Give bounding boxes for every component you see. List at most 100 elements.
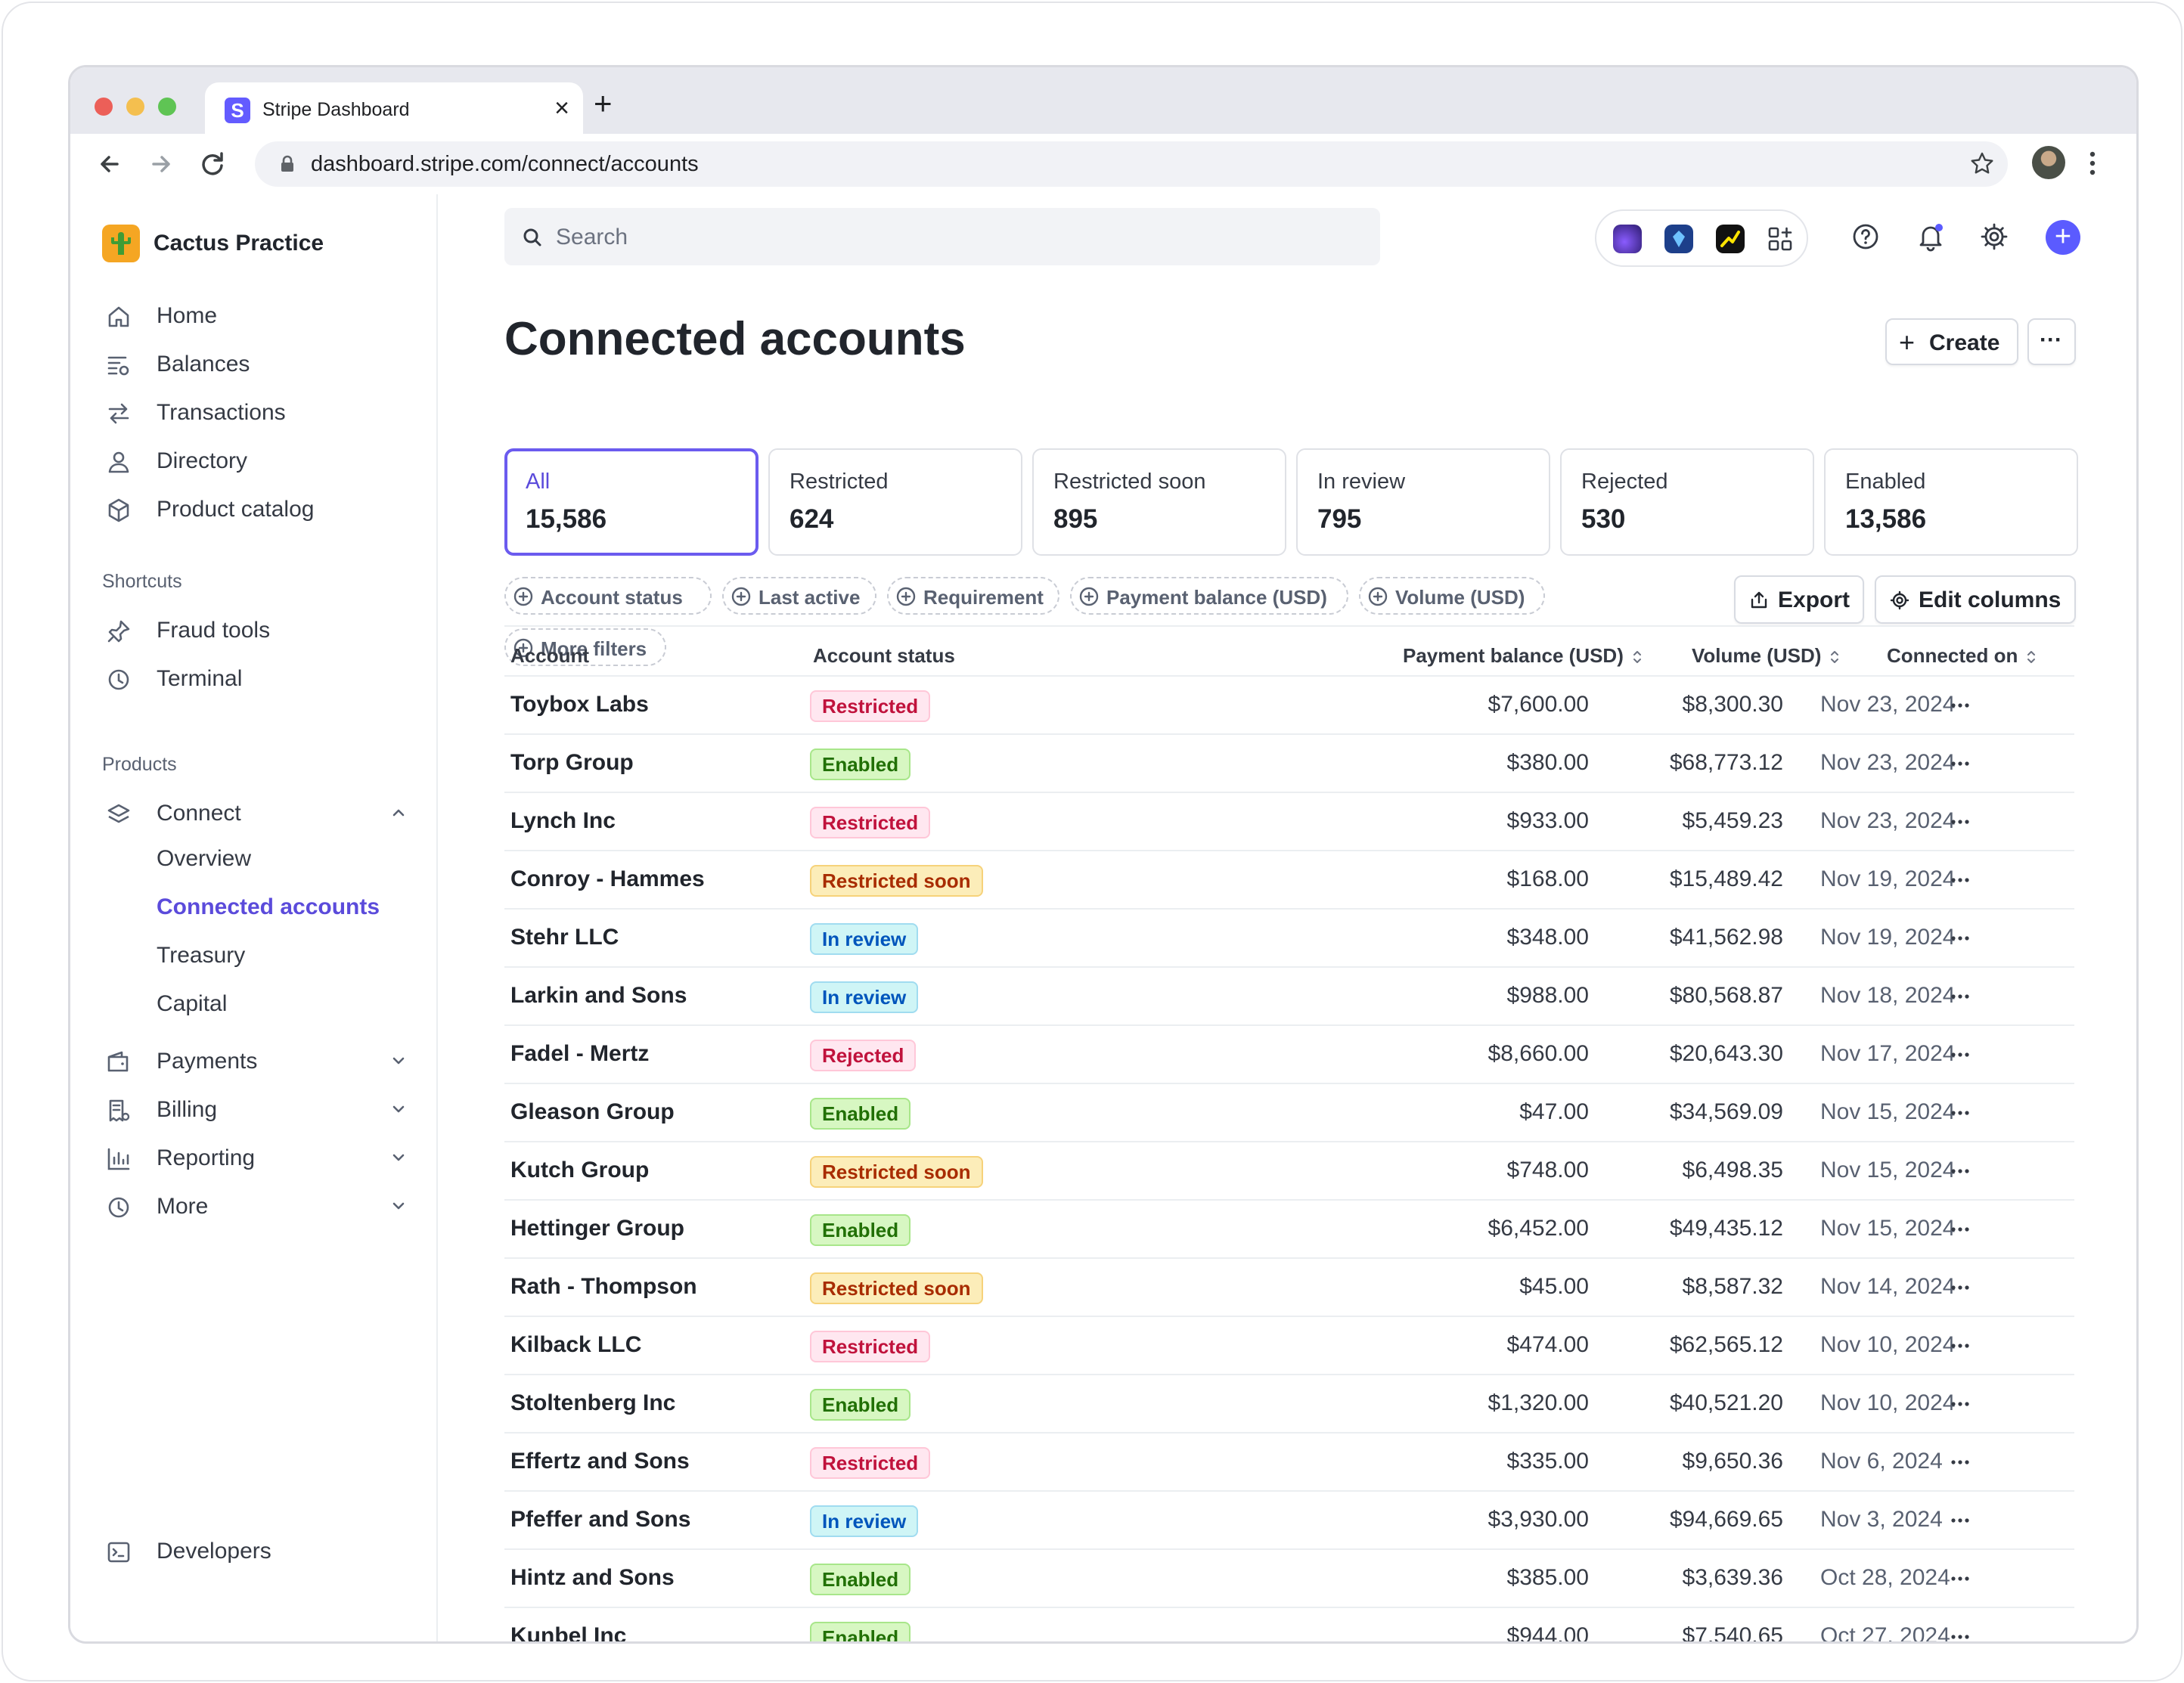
status-card-restricted[interactable]: Restricted 624 <box>768 448 1022 556</box>
table-row[interactable]: Pfeffer and Sons In review $3,930.00 $94,66… <box>504 1490 2074 1548</box>
address-bar[interactable]: dashboard.stripe.com/connect/accounts <box>255 141 2008 187</box>
sidebar-item-capital[interactable]: Capital <box>157 991 227 1017</box>
sidebar-item-transactions[interactable]: Transactions <box>105 391 423 433</box>
row-actions-ellipsis-icon[interactable] <box>1949 987 1971 1006</box>
account-name-cell[interactable]: Conroy - Hammes <box>510 866 705 892</box>
sidebar-item-terminal[interactable]: Terminal <box>105 657 423 699</box>
account-name-cell[interactable]: Rath - Thompson <box>510 1274 697 1300</box>
row-actions-ellipsis-icon[interactable] <box>1949 1162 1971 1180</box>
row-actions-ellipsis-icon[interactable] <box>1949 755 1971 773</box>
table-row[interactable]: Stoltenberg Inc Enabled $1,320.00 $40,521.2… <box>504 1374 2074 1432</box>
account-name-cell[interactable]: Gleason Group <box>510 1099 675 1125</box>
table-row[interactable]: Effertz and Sons Restricted $335.00 $9,650.… <box>504 1432 2074 1490</box>
sidebar-item-fraud-tools[interactable]: Fraud tools <box>105 609 423 651</box>
status-card-in-review[interactable]: In review 795 <box>1296 448 1550 556</box>
account-name-cell[interactable]: Torp Group <box>510 750 634 776</box>
close-tab-icon[interactable]: × <box>554 93 569 123</box>
account-name-cell[interactable]: Kilback LLC <box>510 1332 641 1358</box>
row-actions-ellipsis-icon[interactable] <box>1949 1220 1971 1238</box>
filter-last-active[interactable]: Last active <box>722 577 876 615</box>
row-actions-ellipsis-icon[interactable] <box>1949 871 1971 889</box>
table-row[interactable]: Toybox Labs Restricted $7,600.00 $8,300.30 N… <box>504 675 2074 733</box>
row-actions-ellipsis-icon[interactable] <box>1949 1104 1971 1122</box>
sidebar-item-balances[interactable]: Balances <box>105 342 423 385</box>
sidebar-item-treasury[interactable]: Treasury <box>157 943 245 969</box>
table-row[interactable]: Rath - Thompson Restricted soon $45.00 $8,5… <box>504 1257 2074 1316</box>
profile-avatar[interactable] <box>2032 146 2065 179</box>
table-row[interactable]: Kunbel Inc Enabled $944.00 $7,540.65 Oct 27,… <box>504 1607 2074 1644</box>
table-row[interactable]: Larkin and Sons In review $988.00 $80,568.8… <box>504 966 2074 1024</box>
column-header-account-status[interactable]: Account status <box>813 644 955 668</box>
forward-arrow-icon[interactable] <box>140 143 182 185</box>
app-icon[interactable] <box>1664 225 1693 253</box>
app-icon[interactable] <box>1613 225 1642 253</box>
edit-columns-button[interactable]: Edit columns <box>1875 575 2076 624</box>
sidebar-item-payments[interactable]: Payments <box>105 1040 423 1082</box>
table-row[interactable]: Lynch Inc Restricted $933.00 $5,459.23 Nov 2… <box>504 792 2074 850</box>
account-name-cell[interactable]: Kunbel Inc <box>510 1623 626 1641</box>
table-row[interactable]: Stehr LLC In review $348.00 $41,562.98 Nov 1… <box>504 908 2074 966</box>
filter-requirement[interactable]: Requirement <box>887 577 1059 615</box>
filter-payment-balance[interactable]: Payment balance (USD) <box>1070 577 1348 615</box>
reload-icon[interactable] <box>191 143 234 185</box>
row-actions-ellipsis-icon[interactable] <box>1949 1046 1971 1064</box>
notifications-bell-icon[interactable] <box>1916 222 1946 252</box>
row-actions-ellipsis-icon[interactable] <box>1949 696 1971 714</box>
status-card-all[interactable]: All 15,586 <box>504 448 759 556</box>
account-name-cell[interactable]: Effertz and Sons <box>510 1449 690 1474</box>
table-row[interactable]: Hintz and Sons Enabled $385.00 $3,639.36 Oct… <box>504 1548 2074 1607</box>
status-card-restricted-soon[interactable]: Restricted soon 895 <box>1032 448 1286 556</box>
sidebar-item-connected-accounts[interactable]: Connected accounts <box>157 894 380 920</box>
export-button[interactable]: Export <box>1734 575 1864 624</box>
minimize-window-icon[interactable] <box>126 98 144 116</box>
row-actions-ellipsis-icon[interactable] <box>1949 1628 1971 1644</box>
account-name-cell[interactable]: Toybox Labs <box>510 692 649 718</box>
status-card-rejected[interactable]: Rejected 530 <box>1560 448 1814 556</box>
row-actions-ellipsis-icon[interactable] <box>1949 929 1971 947</box>
row-actions-ellipsis-icon[interactable] <box>1949 1279 1971 1297</box>
filter-volume[interactable]: Volume (USD) <box>1359 577 1545 615</box>
app-marketplace-icon[interactable] <box>1766 225 1795 253</box>
table-row[interactable]: Fadel - Mertz Rejected $8,660.00 $20,643.30… <box>504 1024 2074 1083</box>
account-name-cell[interactable]: Stoltenberg Inc <box>510 1390 675 1416</box>
sidebar-item-more[interactable]: More <box>105 1185 423 1227</box>
sidebar-item-directory[interactable]: Directory <box>105 439 423 482</box>
table-row[interactable]: Conroy - Hammes Restricted soon $168.00 $15… <box>504 850 2074 908</box>
account-name-cell[interactable]: Lynch Inc <box>510 808 616 834</box>
column-header-connected-on[interactable]: Connected on <box>1887 644 2037 668</box>
table-row[interactable]: Kutch Group Restricted soon $748.00 $6,498.… <box>504 1141 2074 1199</box>
sidebar-item-home[interactable]: Home <box>105 294 423 336</box>
more-actions-button[interactable]: ··· <box>2027 318 2076 365</box>
sidebar-item-overview[interactable]: Overview <box>157 846 251 872</box>
bookmark-star-icon[interactable] <box>1968 150 1996 177</box>
row-actions-ellipsis-icon[interactable] <box>1949 1453 1971 1471</box>
account-name-cell[interactable]: Kutch Group <box>510 1158 649 1183</box>
table-row[interactable]: Kilback LLC Restricted $474.00 $62,565.12 No… <box>504 1316 2074 1374</box>
search-input[interactable]: Search <box>504 208 1380 265</box>
new-tab-icon[interactable]: + <box>594 87 613 120</box>
table-row[interactable]: Torp Group Enabled $380.00 $68,773.12 Nov 23… <box>504 733 2074 792</box>
row-actions-ellipsis-icon[interactable] <box>1949 1511 1971 1530</box>
sidebar-item-reporting[interactable]: Reporting <box>105 1136 423 1179</box>
row-actions-ellipsis-icon[interactable] <box>1949 1337 1971 1355</box>
row-actions-ellipsis-icon[interactable] <box>1949 1570 1971 1588</box>
maximize-window-icon[interactable] <box>158 98 176 116</box>
column-header-volume[interactable]: Volume (USD) <box>1692 644 1841 668</box>
filter-account-status[interactable]: Account status <box>504 577 712 615</box>
row-actions-ellipsis-icon[interactable] <box>1949 813 1971 831</box>
help-icon[interactable] <box>1851 222 1881 252</box>
sidebar-item-connect[interactable]: Connect <box>105 792 423 834</box>
gear-icon[interactable] <box>1979 222 2009 252</box>
close-window-icon[interactable] <box>95 98 113 116</box>
app-icon[interactable] <box>1716 225 1745 253</box>
browser-menu-icon[interactable] <box>2085 144 2100 182</box>
column-header-account[interactable]: Account <box>510 644 589 668</box>
account-name-cell[interactable]: Larkin and Sons <box>510 983 687 1009</box>
row-actions-ellipsis-icon[interactable] <box>1949 1395 1971 1413</box>
column-header-payment-balance[interactable]: Payment balance (USD) <box>1403 644 1643 668</box>
account-name-cell[interactable]: Hintz and Sons <box>510 1565 675 1591</box>
status-card-enabled[interactable]: Enabled 13,586 <box>1824 448 2078 556</box>
sidebar-item-billing[interactable]: Billing <box>105 1088 423 1130</box>
account-name-cell[interactable]: Fadel - Mertz <box>510 1041 649 1067</box>
account-name-cell[interactable]: Hettinger Group <box>510 1216 684 1241</box>
